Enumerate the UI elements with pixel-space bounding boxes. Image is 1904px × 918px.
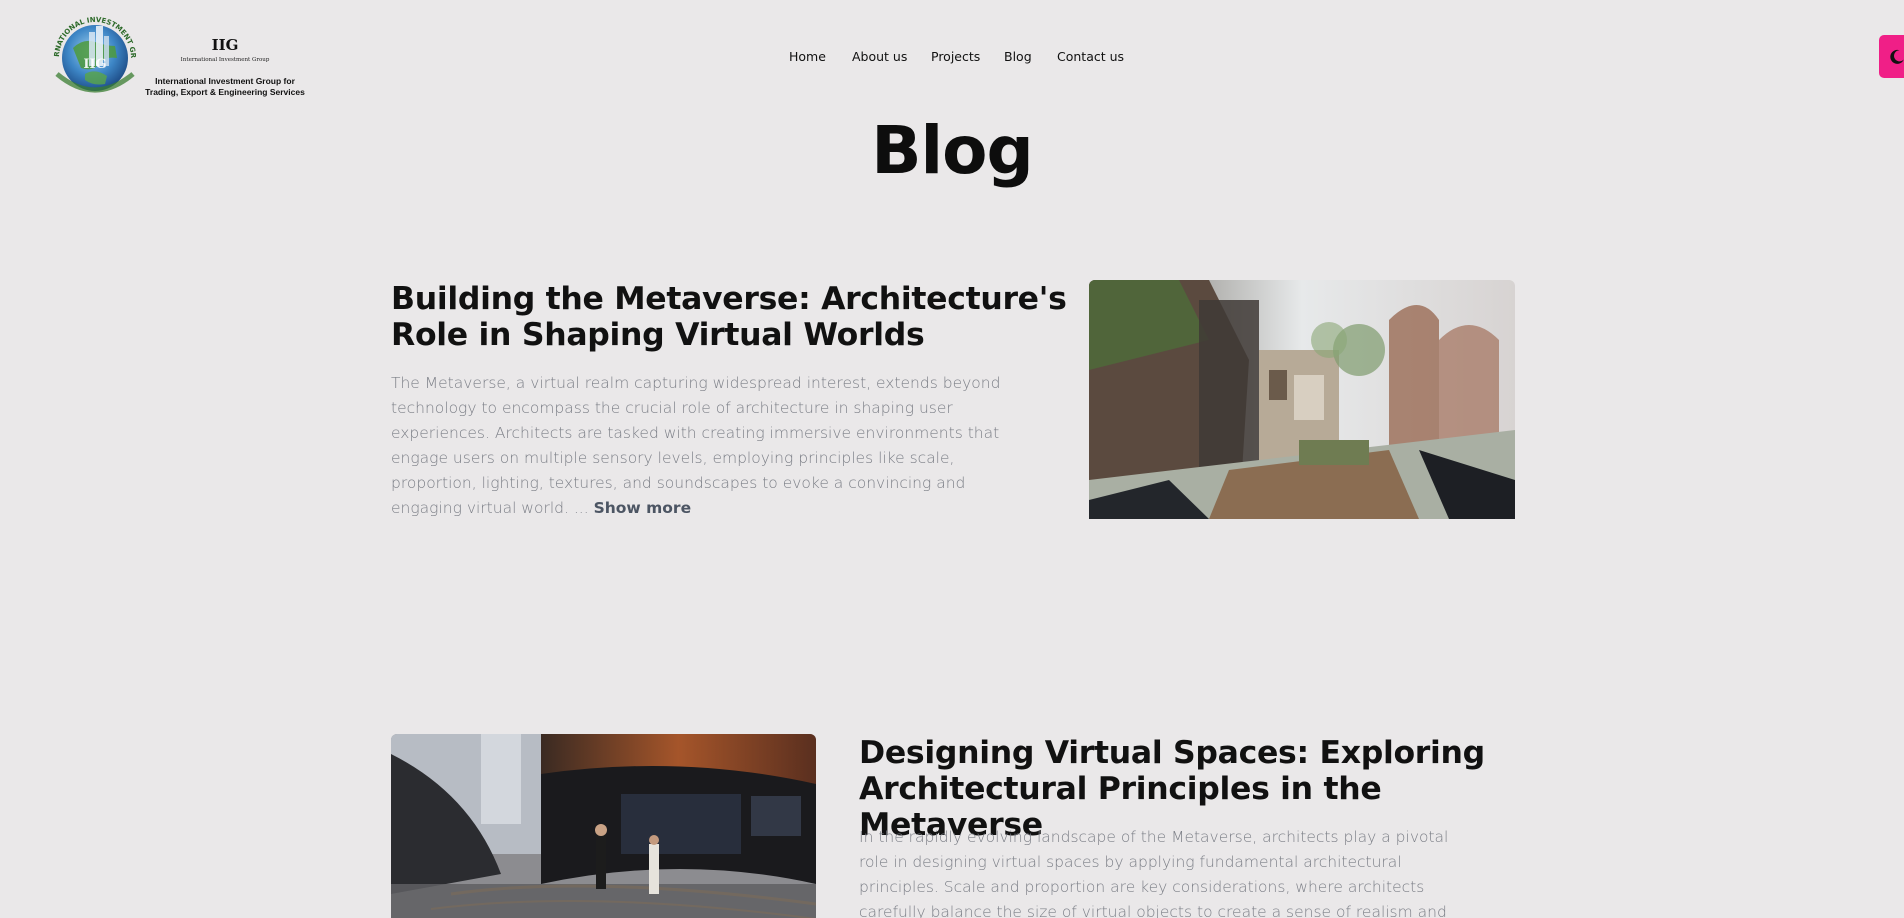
post-image[interactable] [391, 734, 816, 918]
nav-projects[interactable]: Projects [931, 49, 980, 64]
nav-home[interactable]: Home [789, 49, 826, 64]
show-more-link[interactable]: Show more [594, 499, 692, 517]
logo-tagline-line2: Trading, Export & Engineering Services [145, 87, 305, 97]
theme-toggle-button[interactable] [1879, 35, 1904, 78]
logo-subtitle: International Investment Group [180, 57, 270, 63]
nav-contact-us[interactable]: Contact us [1057, 49, 1124, 64]
post-excerpt: The Metaverse, a virtual realm capturing… [391, 371, 1006, 521]
post-excerpt: In the rapidly evolving landscape of the… [859, 828, 1449, 918]
page-title: Blog [871, 112, 1034, 189]
logo-abbr: IIG [211, 36, 239, 54]
moon-icon [1890, 49, 1904, 64]
post-image-graphic [391, 734, 816, 918]
post-title[interactable]: Building the Metaverse: Architecture's R… [391, 281, 1071, 353]
logo-text: IIG International Investment Group Inter… [145, 36, 305, 98]
post-excerpt-text: The Metaverse, a virtual realm capturing… [391, 374, 1001, 517]
nav-about-us[interactable]: About us [852, 49, 907, 64]
logo[interactable]: IIG INTERNATIONAL INVESTMENT GROUP IIG I… [45, 8, 305, 108]
logo-seal-icon: IIG INTERNATIONAL INVESTMENT GROUP [45, 8, 142, 105]
nav-blog[interactable]: Blog [1004, 49, 1032, 64]
logo-tagline-line1: International Investment Group for [155, 76, 295, 86]
svg-text:IIG: IIG [83, 57, 106, 72]
post-image-graphic [1089, 280, 1515, 519]
site-header: IIG INTERNATIONAL INVESTMENT GROUP IIG I… [0, 0, 1904, 115]
post-image[interactable] [1089, 280, 1515, 519]
